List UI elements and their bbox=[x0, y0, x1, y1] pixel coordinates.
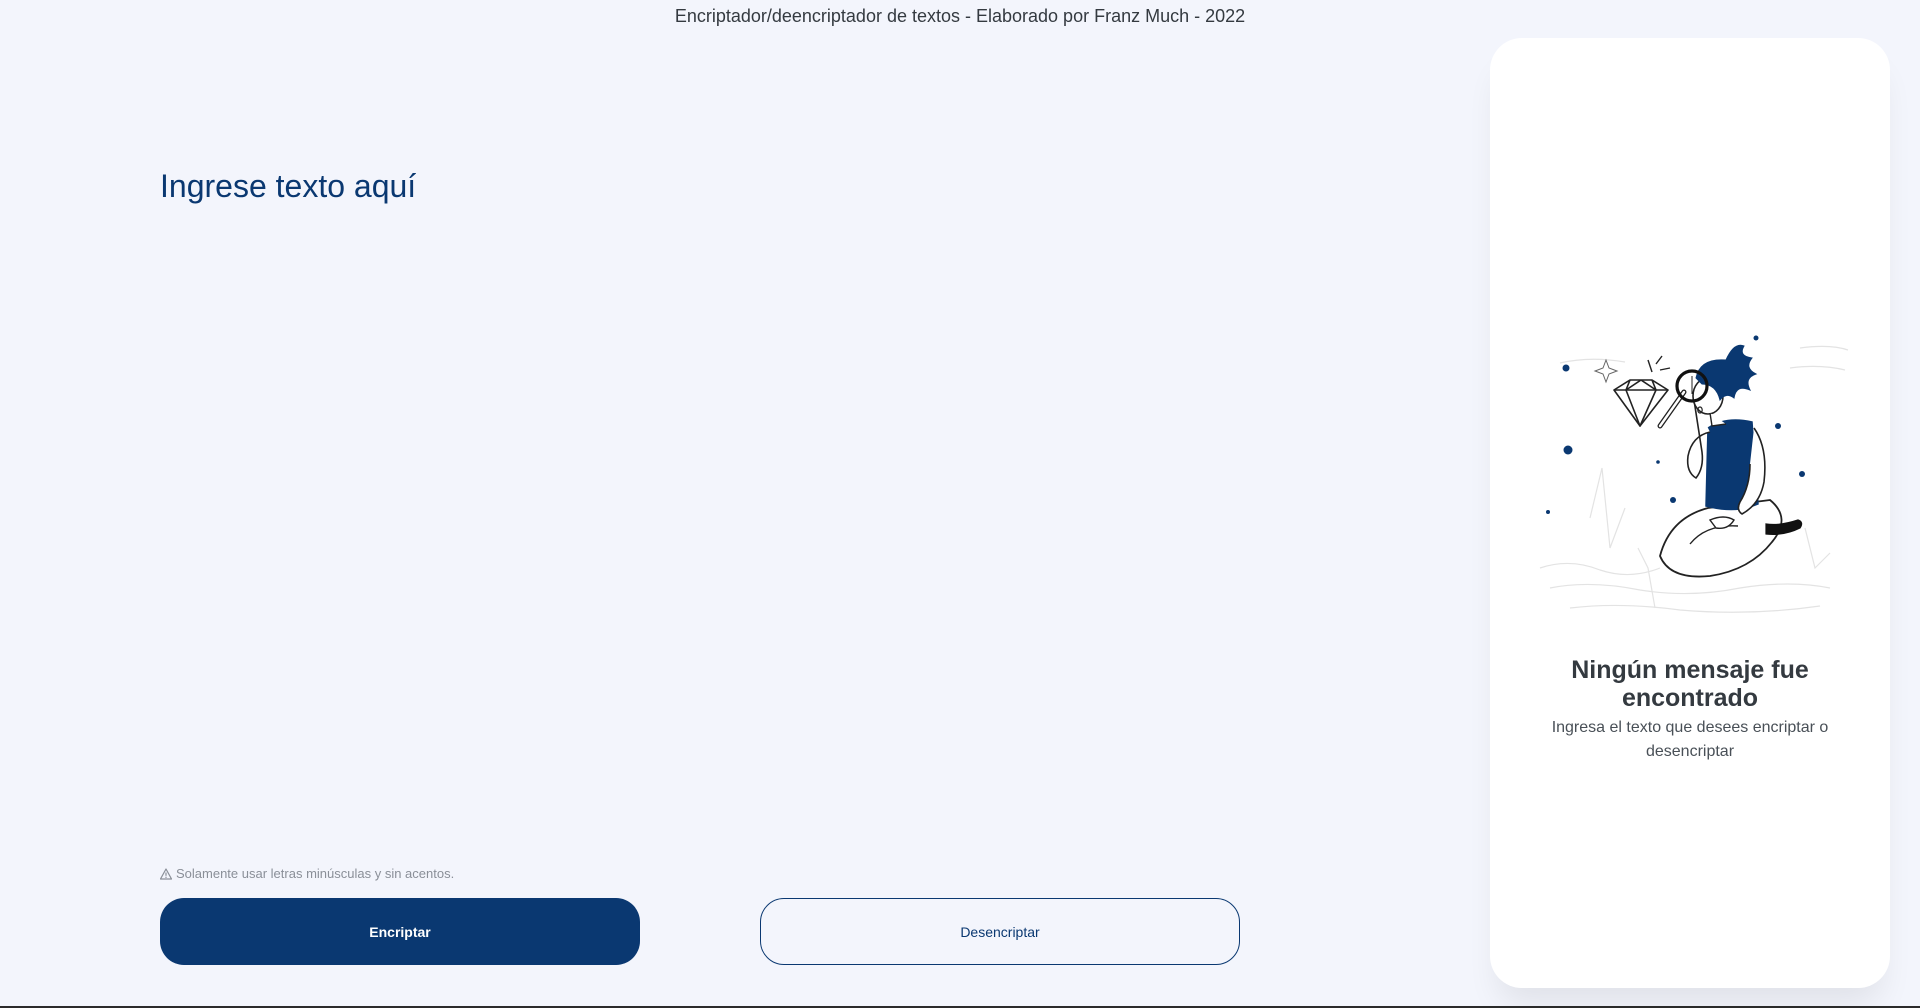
output-title: Ningún mensaje fue encontrado bbox=[1571, 656, 1809, 712]
warning-note: Solamente usar letras minúsculas y sin a… bbox=[160, 866, 454, 881]
warning-icon bbox=[160, 867, 172, 880]
header-credit: Encriptador/deencriptador de textos - El… bbox=[674, 6, 1246, 26]
output-subtitle: Ingresa el texto que desees encriptar o … bbox=[1551, 719, 1829, 760]
output-card: Ningún mensaje fue encontrado Ingresa el… bbox=[1490, 38, 1890, 988]
encrypt-button[interactable]: Encriptar bbox=[160, 898, 640, 965]
decrypt-button[interactable]: Desencriptar bbox=[760, 898, 1240, 965]
warning-text: Solamente usar letras minúsculas y sin a… bbox=[176, 866, 455, 881]
person-with-magnifying-glass-illustration bbox=[1539, 335, 1849, 613]
text-input[interactable] bbox=[160, 168, 1240, 828]
